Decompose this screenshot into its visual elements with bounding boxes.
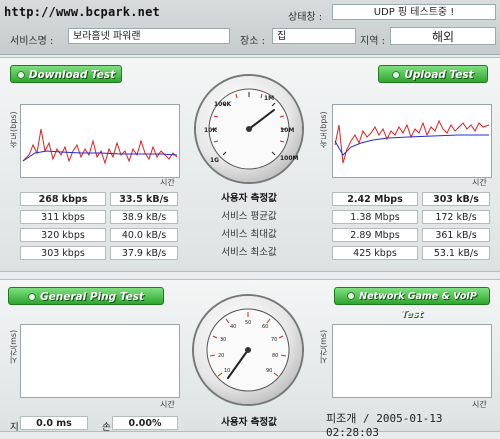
general-ping-label: General Ping Test	[40, 291, 144, 303]
row-label-min: 서비스 최소값	[221, 247, 277, 258]
status-field: UDP 핑 테스트중 !	[332, 4, 496, 20]
ul-avg-bps: 1.38 Mbps	[332, 210, 418, 224]
site-url[interactable]: http://www.bcpark.net	[4, 5, 160, 19]
ping-right-y-label: 시간(ms)	[319, 329, 328, 364]
download-chart	[20, 104, 180, 178]
ping-left-chart	[20, 324, 180, 398]
row-label-avg: 서비스 평균값	[221, 211, 277, 222]
ping-gauge-tick: 50	[245, 320, 251, 326]
dl-avg-kBs: 38.9 kB/s	[110, 210, 178, 224]
region-field[interactable]: 해외	[390, 27, 496, 45]
radio-dot-icon	[16, 71, 25, 79]
ul-max-bps: 2.89 Mbps	[332, 228, 418, 242]
radio-dot-icon	[28, 293, 36, 301]
radio-dot-icon	[347, 292, 356, 300]
download-x-label: 시간	[160, 178, 175, 187]
gauge-tick-label: 100K	[214, 101, 232, 108]
download-series-average	[22, 150, 178, 162]
download-series-actual	[22, 128, 178, 165]
ping-gauge-tick: 30	[220, 337, 226, 343]
ping-left-x-label: 시간	[160, 400, 175, 409]
gauge-tick-label: 100M	[280, 155, 299, 162]
speed-gauge: 100K 1M 10K 100M 10M 1G	[196, 76, 302, 182]
upload-test-label: Upload Test	[404, 69, 474, 81]
ul-user-kBs: 303 kB/s	[422, 192, 490, 206]
loss-value: 0.00%	[112, 416, 178, 430]
upload-chart-svg	[334, 119, 490, 164]
ping-gauge-tick: 70	[271, 337, 277, 343]
ul-avg-kBs: 172 kB/s	[422, 210, 490, 224]
upload-x-label: 시간	[472, 178, 487, 187]
ul-min-kBs: 53.1 kB/s	[422, 246, 490, 260]
dl-user-kBs: 33.5 kB/s	[110, 192, 178, 206]
ping-left-y-label: 시간(ms)	[9, 329, 18, 364]
dl-user-kbps: 268 kbps	[20, 192, 106, 206]
upload-test-button[interactable]: Upload Test	[378, 65, 488, 83]
dl-min-kbps: 303 kbps	[20, 246, 106, 260]
upload-y-label: 속도(bps)	[319, 111, 328, 148]
timestamp-watermark: 피조개 / 2005-01-13 02:28:03	[326, 412, 443, 439]
download-test-button[interactable]: Download Test	[10, 65, 122, 83]
service-label: 서비스명 :	[10, 36, 54, 47]
dl-max-kbps: 320 kbps	[20, 228, 106, 242]
radio-dot-icon	[392, 71, 401, 79]
status-label: 상태창 :	[288, 12, 323, 23]
dl-avg-kbps: 311 kbps	[20, 210, 106, 224]
upload-chart	[332, 104, 492, 178]
ping-row-label-user: 사용자 측정값	[221, 417, 277, 428]
ping-right-x-label: 시간	[472, 400, 487, 409]
ping-gauge-tick: 40	[230, 324, 236, 330]
ping-gauge-tick: 90	[266, 368, 272, 374]
ping-gauge-tick: 20	[218, 353, 224, 359]
speed-results-table: 268 kbps 33.5 kB/s 사용자 측정값 2.42 Mbps 303…	[0, 190, 500, 264]
gauge-tick-label: 1M	[264, 95, 274, 102]
download-chart-svg	[22, 128, 178, 165]
ping-value: 0.0 ms	[20, 416, 88, 430]
gauge-tick-label: 10M	[280, 127, 294, 134]
ping-gauge-tick: 60	[262, 324, 268, 330]
download-test-label: Download Test	[28, 69, 116, 81]
upload-series-actual	[334, 119, 490, 164]
dl-max-kBs: 40.0 kB/s	[110, 228, 178, 242]
upload-series-average	[334, 134, 489, 156]
download-y-label: 속도(bps)	[9, 111, 18, 148]
gauge-tick-label: 10K	[204, 127, 217, 134]
place-field[interactable]: 집	[272, 28, 356, 44]
row-label-max: 서비스 최대값	[221, 229, 277, 240]
ul-max-kBs: 361 kB/s	[422, 228, 490, 242]
ping-gauge-svg: 50 60 70 80 90 40 30 20 10	[206, 308, 290, 392]
place-label: 장소 :	[240, 36, 265, 47]
speed-gauge-svg: 100K 1M 10K 100M 10M 1G	[204, 88, 299, 170]
service-name-field[interactable]: 보라홈넷 파워랜	[68, 28, 230, 44]
network-game-voip-button[interactable]: Network Game & VoIP Test	[334, 287, 490, 320]
ping-prefix-label: 지	[10, 422, 19, 433]
ping-gauge: 50 60 70 80 90 40 30 20 10	[194, 296, 302, 404]
ping-gauge-tick: 80	[272, 353, 278, 359]
general-ping-test-button[interactable]: General Ping Test	[8, 287, 164, 305]
gauge-tick-label: 1G	[210, 157, 219, 164]
ul-user-bps: 2.42 Mbps	[332, 192, 418, 206]
dl-min-kBs: 37.9 kB/s	[110, 246, 178, 260]
ping-right-chart	[332, 324, 492, 398]
loss-prefix-label: 손	[102, 422, 111, 433]
ping-gauge-tick: 10	[224, 368, 230, 374]
region-label: 지역 :	[360, 36, 385, 47]
row-label-user: 사용자 측정값	[221, 193, 277, 204]
ul-min-bps: 425 kbps	[332, 246, 418, 260]
